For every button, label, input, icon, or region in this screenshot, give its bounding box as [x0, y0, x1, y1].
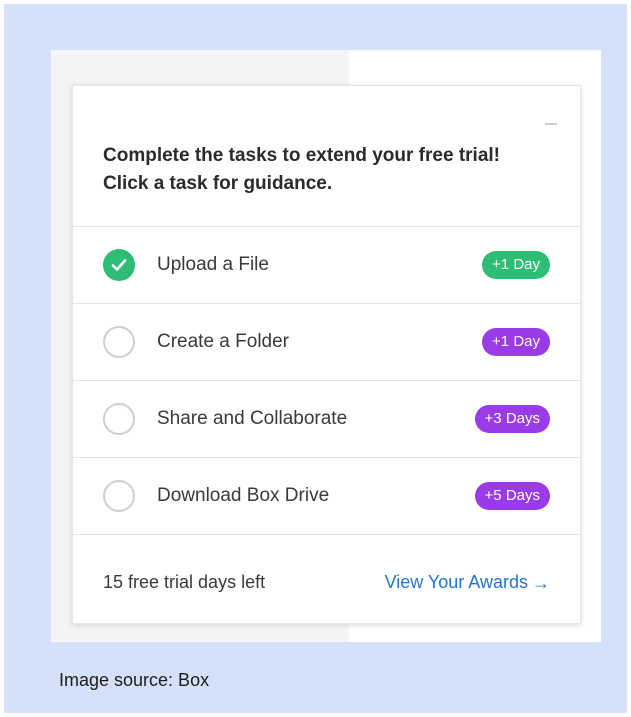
checkmark-icon [103, 249, 135, 281]
minimize-icon[interactable] [545, 123, 557, 125]
task-label: Upload a File [157, 254, 269, 275]
view-awards-link[interactable]: View Your Awards → [385, 572, 550, 594]
task-label: Create a Folder [157, 331, 290, 352]
heading-line-2: Click a task for guidance. [103, 173, 333, 194]
heading-line-1: Complete the tasks to extend your free t… [103, 145, 500, 166]
task-upload-file[interactable]: Upload a File +1 Day [73, 227, 580, 304]
image-source-caption: Image source: Box [59, 670, 210, 690]
task-share-collaborate[interactable]: Share and Collaborate +3 Days [73, 381, 580, 458]
task-list: Upload a File +1 Day Create a Folder +1 … [73, 226, 580, 535]
reward-badge: +1 Day [482, 328, 550, 356]
app-canvas: Complete the tasks to extend your free t… [51, 50, 601, 642]
trial-tasks-panel: Complete the tasks to extend your free t… [72, 85, 581, 624]
panel-heading: Complete the tasks to extend your free t… [103, 142, 563, 198]
empty-circle-icon [103, 480, 135, 512]
trial-days-left: 15 free trial days left [103, 572, 266, 592]
reward-badge: +3 Days [474, 405, 550, 433]
empty-circle-icon [103, 403, 135, 435]
empty-circle-icon [103, 326, 135, 358]
arrow-right-icon: → [532, 573, 550, 593]
reward-badge: +5 Days [474, 482, 550, 510]
panel-footer: 15 free trial days left View Your Awards… [73, 552, 580, 612]
figure-frame: Complete the tasks to extend your free t… [4, 4, 627, 713]
task-label: Download Box Drive [157, 485, 330, 506]
task-download-box-drive[interactable]: Download Box Drive +5 Days [73, 458, 580, 535]
view-awards-label: View Your Awards [384, 572, 528, 592]
reward-badge: +1 Day [482, 251, 550, 279]
task-label: Share and Collaborate [157, 408, 348, 429]
task-create-folder[interactable]: Create a Folder +1 Day [73, 304, 580, 381]
